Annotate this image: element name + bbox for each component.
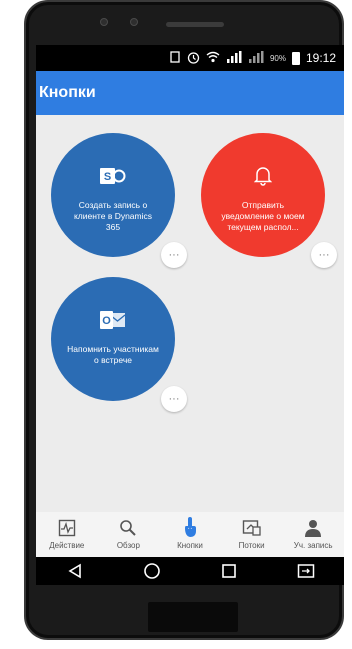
flow-button-create-dynamics-record[interactable]: S Создать запись о клиенте в Dynamics 36… [51,133,175,257]
flow-label: Напомнить участникам о встрече [67,344,159,365]
flow-label: Отправить уведомление о моем текущем рас… [221,200,305,232]
vibrate-icon [169,51,181,65]
system-navigation-bar [36,557,344,585]
bell-icon [254,165,272,187]
back-triangle-icon [67,563,81,579]
alarm-icon [187,51,200,66]
recents-button[interactable] [209,557,249,585]
signal-icon [226,51,242,65]
search-icon [119,517,137,539]
bottom-navigation: Действие Обзор Кнопки Потоки Уч. запись [36,512,344,557]
earpiece-speaker [166,22,224,27]
camera-icon [130,18,138,26]
home-circle-icon [143,563,160,579]
flow-button-send-location-notification[interactable]: Отправить уведомление о моем текущем рас… [201,133,325,257]
outlook-icon: O [100,309,126,331]
wifi-icon [206,51,220,65]
screen: 90% 19:12 Кнопки S Создать запись о клие… [36,45,344,585]
nav-item-flows[interactable]: Потоки [222,517,282,550]
switch-window-button[interactable] [286,557,326,585]
phone-chin [148,602,238,632]
flows-icon [242,517,262,539]
nav-item-account[interactable]: Уч. запись [283,517,343,550]
flow-label: Создать запись о клиенте в Dynamics 365 [73,200,153,232]
switch-window-icon [297,564,314,578]
nav-label: Уч. запись [293,541,333,550]
flow-more-button[interactable]: ··· [161,242,187,268]
nav-label: Обзор [116,541,140,550]
status-bar: 90% 19:12 [36,45,344,71]
flow-more-button[interactable]: ··· [311,242,337,268]
page-title: Кнопки [39,84,96,101]
battery-icon [291,51,300,65]
tap-icon [181,517,199,539]
svg-text:O: O [102,315,111,327]
person-icon [304,517,322,539]
sensor-dot [100,18,108,26]
back-button[interactable] [55,557,95,585]
nav-label: Действие [49,541,85,550]
svg-text:S: S [104,171,111,183]
battery-percent: 90% [269,53,286,63]
nav-item-activity[interactable]: Действие [37,517,97,550]
sharepoint-icon: S [100,165,126,187]
nav-label: Кнопки [177,541,203,550]
activity-icon [58,517,76,539]
signal-secondary-icon [248,51,264,65]
buttons-grid: S Создать запись о клиенте в Dynamics 36… [36,115,344,512]
recents-square-icon [221,564,236,578]
home-button[interactable] [132,557,172,585]
nav-label: Потоки [238,541,265,550]
nav-item-browse[interactable]: Обзор [98,517,158,550]
clock-time: 19:12 [305,51,336,65]
app-header: Кнопки [36,71,344,115]
flow-button-remind-attendees[interactable]: O Напомнить участникам о встрече [51,277,175,401]
flow-more-button[interactable]: ··· [161,386,187,412]
nav-item-buttons[interactable]: Кнопки [160,517,220,550]
